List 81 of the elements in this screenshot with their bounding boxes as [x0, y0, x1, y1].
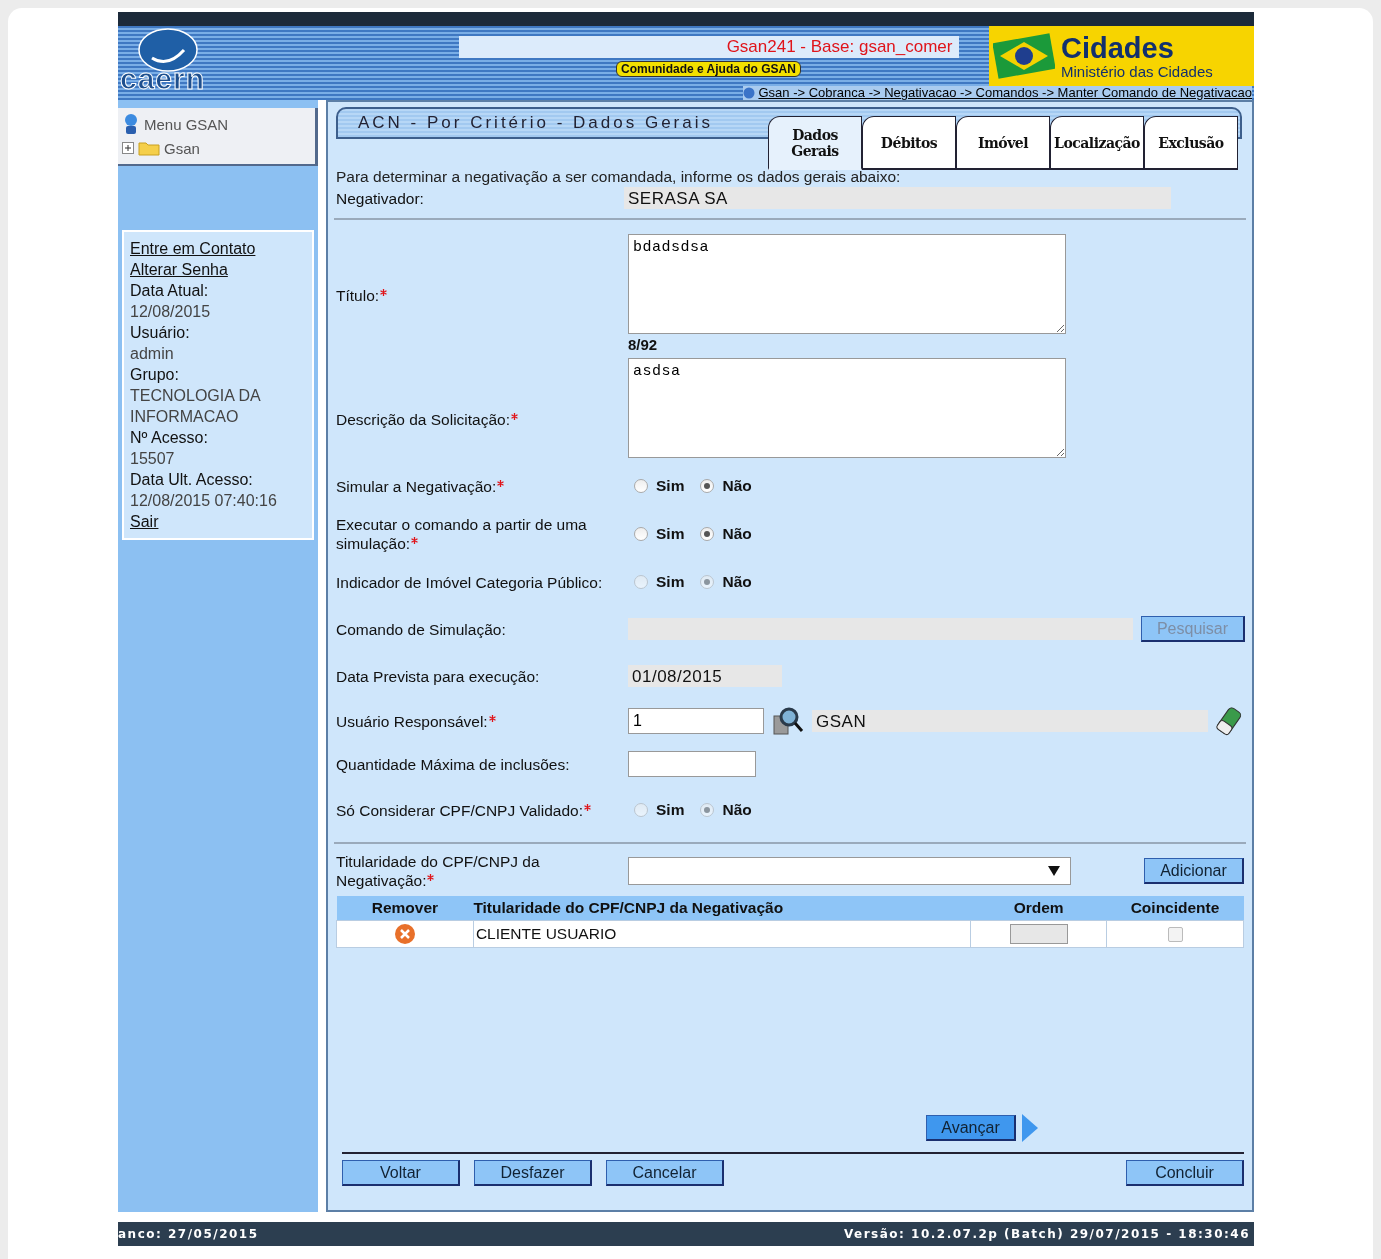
text-area[interactable]: asdsa [628, 358, 1066, 458]
next-button[interactable]: Avançar [926, 1115, 1016, 1141]
column-header: Remover [336, 896, 474, 921]
next-arrow-icon [1022, 1114, 1038, 1142]
readonly-field: SERASA SA [624, 187, 1171, 209]
logo-oval-icon [138, 28, 198, 72]
readonly-field: GSAN [812, 710, 1208, 732]
help-link[interactable]: Comunidade e Ajuda do GSAN [616, 61, 801, 77]
system-title: Gsan241 - Base: gsan_comer [458, 36, 959, 58]
info-value: TECNOLOGIA DA INFORMACAO [130, 386, 262, 427]
field-label: Titularidade do CPF/CNPJ da Negativação: [336, 853, 540, 889]
field-label: Só Considerar CPF/CNPJ Validado: [336, 801, 583, 819]
order-field[interactable] [1009, 924, 1068, 944]
ministry-title: Cidades [1061, 32, 1175, 63]
info-label: Grupo: [130, 365, 180, 385]
radio-label: Não [722, 573, 752, 591]
text-area[interactable]: bdadsdsa [628, 234, 1066, 334]
status-text: Versão: 10.2.07.2p (Batch) 29/07/2015 - 18:30:46 [843, 1227, 1250, 1241]
radio-button[interactable] [634, 527, 648, 541]
tree-item[interactable]: Gsan [164, 139, 200, 157]
char-counter: 8/92 [628, 335, 659, 355]
sidebar-link[interactable]: Alterar Senha [130, 259, 228, 280]
radio-label: Não [722, 477, 752, 495]
remove-icon[interactable] [393, 923, 416, 945]
radio-label: Não [722, 801, 752, 819]
field-label: Título: [336, 286, 380, 304]
radio-label: Sim [656, 525, 685, 543]
nav-button[interactable]: Voltar [342, 1160, 460, 1186]
info-label: Data Ult. Acesso: [130, 470, 254, 490]
add-button[interactable]: Adicionar [1144, 858, 1244, 884]
status-text: anco: 27/05/2015 [118, 1227, 259, 1241]
dropdown-arrow-icon [1048, 866, 1060, 876]
logo-text: caern [120, 62, 206, 96]
field-label: Descrição da Solicitação: [336, 410, 511, 428]
checkbox[interactable] [1167, 927, 1183, 943]
input-field[interactable] [628, 751, 756, 777]
tab[interactable]: Imóvel [956, 116, 1050, 170]
radio-label: Não [722, 525, 752, 543]
tab[interactable]: Débitos [862, 116, 956, 170]
info-value: admin [130, 344, 175, 364]
field-label: Quantidade Máxima de inclusões: [336, 755, 570, 773]
column-header: Coincidente [1106, 896, 1244, 921]
info-value: 15507 [130, 449, 176, 469]
table-cell: CLIENTE USUARIO [473, 920, 971, 948]
sidebar-link[interactable]: Entre em Contato [130, 238, 256, 259]
column-header: Ordem [970, 896, 1107, 921]
readonly-field: 01/08/2015 [628, 665, 782, 687]
radio-label: Sim [656, 801, 685, 819]
radio-button[interactable] [700, 527, 715, 541]
folder-icon [138, 140, 160, 156]
tab[interactable]: Exclusão [1144, 116, 1238, 170]
field-label: Data Prevista para execução: [336, 667, 540, 685]
field-label: Comando de Simulação: [336, 620, 506, 638]
info-label: Usuário: [130, 323, 191, 343]
input-field[interactable]: 1 [628, 708, 764, 734]
radio-label: Sim [656, 477, 685, 495]
info-label: Nº Acesso: [130, 428, 209, 448]
radio-label: Sim [656, 573, 685, 591]
select-field[interactable] [628, 857, 1071, 885]
field-label: Indicador de Imóvel Categoria Público: [336, 573, 603, 591]
field-label: Negativador: [336, 189, 424, 207]
field-label: Usuário Responsável: [336, 712, 488, 730]
help-icon [743, 87, 756, 99]
finish-button[interactable]: Concluir [1126, 1160, 1244, 1186]
nav-button[interactable]: Desfazer [474, 1160, 592, 1186]
radio-button[interactable] [700, 479, 715, 493]
info-value: 12/08/2015 07:40:16 [130, 491, 278, 511]
tab[interactable]: Localização [1050, 116, 1144, 170]
field-label: Executar o comando a partir de uma simulação: [336, 516, 587, 552]
column-header: Titularidade do CPF/CNPJ da Negativação [473, 896, 971, 921]
magnifier-icon [772, 706, 804, 736]
tab[interactable]: Dados Gerais [768, 116, 862, 170]
info-label: Data Atual: [130, 281, 210, 301]
radio-button[interactable] [634, 479, 648, 493]
ministry-subtitle: Ministério das Cidades [1061, 62, 1213, 80]
menu-title: Menu GSAN [144, 115, 229, 133]
info-value: 12/08/2015 [130, 302, 212, 322]
intro-text: Para determinar a negativação a ser comandada, informe os dados gerais abaixo: [336, 168, 902, 186]
field-label: Simular a Negativação: [336, 477, 497, 495]
nav-button[interactable]: Cancelar [606, 1160, 724, 1186]
logout-link[interactable]: Sair [130, 511, 159, 532]
